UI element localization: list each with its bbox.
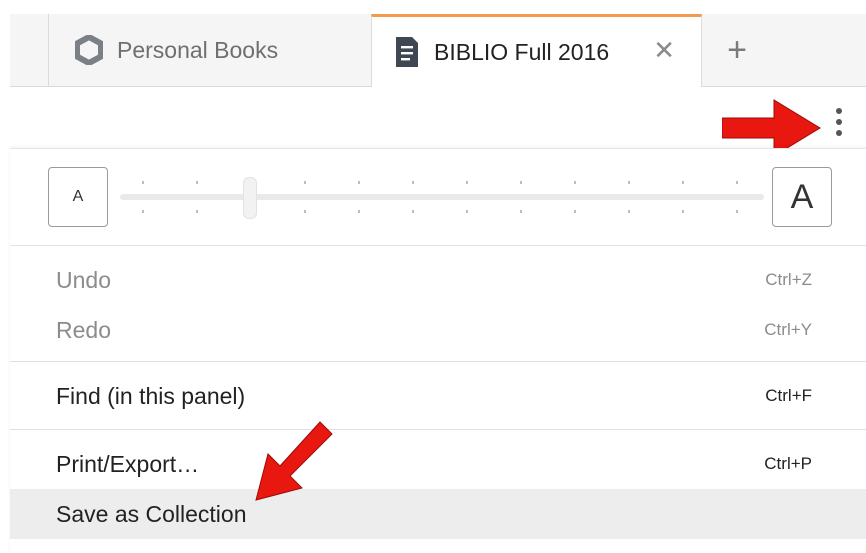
text-size-slider-track[interactable] (120, 194, 764, 200)
text-size-slider-thumb[interactable] (243, 177, 257, 219)
menu-item-label: Print/Export… (56, 450, 200, 477)
slider-tick (304, 181, 306, 213)
menu-item-shortcut: Ctrl+F (765, 386, 812, 405)
menu-item-label: Save as Collection (56, 500, 247, 527)
menu-divider (10, 361, 866, 362)
tab-label: BIBLIO Full 2016 (434, 38, 610, 65)
slider-tick (196, 181, 198, 213)
slider-tick (574, 181, 576, 213)
menu-item-shortcut: Ctrl+Z (765, 270, 812, 289)
hexagon-icon (75, 35, 103, 65)
menu-item-redo[interactable]: Redo Ctrl+Y (10, 305, 866, 355)
menu-item-find[interactable]: Find (in this panel) Ctrl+F (10, 371, 866, 421)
slider-tick (628, 181, 630, 213)
menu-item-label: Find (in this panel) (56, 382, 246, 409)
tab-label: Personal Books (117, 36, 279, 63)
slider-tick (682, 181, 684, 213)
annotation-arrow-down-left (255, 421, 333, 501)
decrease-text-size-button[interactable]: A (48, 167, 108, 227)
slider-tick (466, 181, 468, 213)
close-icon[interactable]: ✕ (653, 35, 675, 66)
tab-personal-books[interactable]: Personal Books (49, 14, 371, 86)
slider-tick (520, 181, 522, 213)
slider-tick (358, 181, 360, 213)
menu-divider (10, 429, 866, 430)
menu-item-label: Redo (56, 316, 111, 343)
slider-tick (736, 181, 738, 213)
more-options-icon[interactable] (832, 108, 846, 142)
increase-text-size-button[interactable]: A (772, 167, 832, 227)
app-window: Personal Books BIBLIO Full 2016 ✕ + A A … (10, 12, 866, 553)
menu-item-shortcut: Ctrl+Y (764, 320, 812, 339)
text-size-control: A A (10, 149, 866, 246)
menu-item-shortcut: Ctrl+P (764, 454, 812, 473)
tab-bar: Personal Books BIBLIO Full 2016 ✕ + (10, 14, 866, 87)
slider-tick (142, 181, 144, 213)
overflow-menu: A A Undo Ctrl+Z Redo Ctrl+Y Find (in thi… (10, 148, 866, 553)
new-tab-button[interactable]: + (702, 14, 772, 86)
menu-item-print-export[interactable]: Print/Export… Ctrl+P (10, 439, 866, 489)
menu-item-save-as-collection[interactable]: Save as Collection (10, 489, 866, 539)
menu-item-label: Undo (56, 266, 111, 293)
document-icon (396, 37, 418, 67)
slider-tick (412, 181, 414, 213)
tab-biblio-full-2016[interactable]: BIBLIO Full 2016 ✕ (371, 14, 702, 87)
menu-item-undo[interactable]: Undo Ctrl+Z (10, 255, 866, 305)
